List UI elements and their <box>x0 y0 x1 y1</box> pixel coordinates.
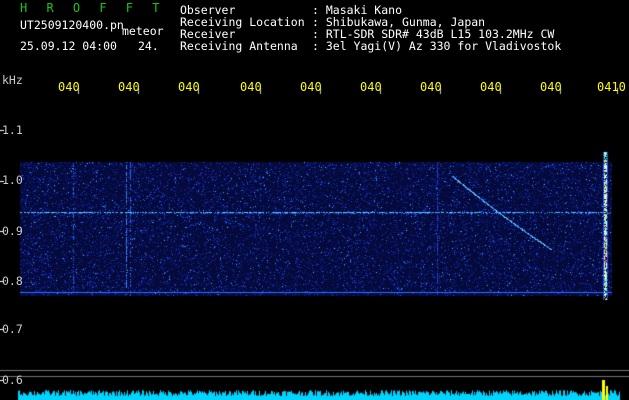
time-tick-label: 040 <box>540 80 562 94</box>
y-tick-label: 1.1 <box>2 123 23 137</box>
time-tick-label: 040 <box>300 80 322 94</box>
observation-datetime: 25.09.12 04:00 <box>20 39 117 53</box>
y-tick-label: 1.0 <box>2 173 23 187</box>
spectrogram-window: H R O F F T UT2509120400.pn meteor 25.09… <box>0 0 629 400</box>
y-tick-label: 0.9 <box>2 224 23 238</box>
antenna-label: Receiving Antenna <box>180 39 298 53</box>
antenna-value: : 3el Yagi(V) Az 330 for Vladivostok <box>312 39 562 53</box>
time-tick-label: 040 <box>118 80 140 94</box>
y-axis-unit: kHz <box>2 73 23 87</box>
y-tick-label: 0.6 <box>2 373 23 387</box>
time-tick-label: 040 <box>240 80 262 94</box>
y-tick-label: 0.8 <box>2 274 23 288</box>
time-tick-label: 0410 <box>597 80 626 94</box>
time-tick-label: 040 <box>178 80 200 94</box>
time-tick-label: 040 <box>480 80 502 94</box>
observation-type: meteor <box>122 24 164 38</box>
station-name: H R O F F T <box>20 1 166 15</box>
spectrogram-canvas <box>0 0 629 400</box>
y-tick-label: 0.7 <box>2 322 23 336</box>
file-name: UT2509120400.pn <box>20 18 124 32</box>
time-tick-label: 040 <box>58 80 80 94</box>
time-tick-label: 040 <box>420 80 442 94</box>
frame-number: 24. <box>138 39 159 53</box>
time-tick-label: 040 <box>360 80 382 94</box>
